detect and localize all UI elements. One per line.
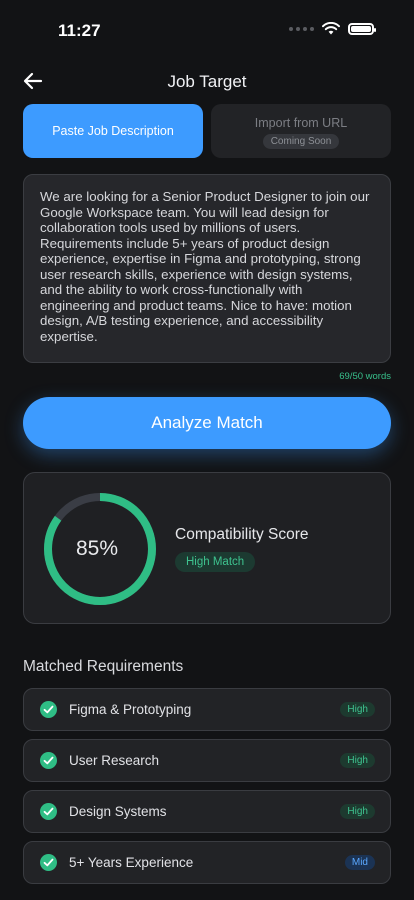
list-item[interactable]: User Research High — [23, 739, 391, 782]
tab-paste-job-description[interactable]: Paste Job Description — [23, 104, 203, 158]
level-badge: High — [340, 753, 375, 768]
matched-requirements-title: Matched Requirements — [23, 658, 184, 675]
requirement-label: User Research — [69, 753, 160, 768]
compatibility-score-card: 85% Compatibility Score High Match — [23, 472, 391, 624]
level-badge: High — [340, 804, 375, 819]
requirements-list: Figma & Prototyping High User Research H… — [23, 688, 391, 892]
word-count: 69/50 words — [339, 371, 391, 382]
tab-import-from-url[interactable]: Import from URL Coming Soon — [211, 104, 391, 158]
signal-icon — [289, 26, 314, 31]
battery-icon — [348, 22, 376, 35]
list-item[interactable]: 5+ Years Experience Mid — [23, 841, 391, 884]
level-badge: Mid — [344, 855, 375, 870]
check-circle-icon — [40, 701, 57, 718]
analyze-match-button[interactable]: Analyze Match — [23, 397, 391, 449]
status-icons — [289, 22, 376, 35]
wifi-icon — [322, 22, 340, 35]
page-title: Job Target — [167, 72, 247, 91]
coming-soon-badge: Coming Soon — [262, 134, 340, 149]
list-item[interactable]: Design Systems High — [23, 790, 391, 833]
tab-import-label: Import from URL — [254, 116, 348, 130]
check-circle-icon — [40, 803, 57, 820]
job-description-textarea[interactable]: We are looking for a Senior Product Desi… — [23, 174, 391, 363]
list-item[interactable]: Figma & Prototyping High — [23, 688, 391, 731]
check-circle-icon — [40, 854, 57, 871]
requirement-label: Design Systems — [69, 804, 167, 819]
status-time: 11:27 — [58, 21, 101, 40]
requirement-label: Figma & Prototyping — [69, 702, 192, 717]
nav-bar: Job Target — [0, 62, 414, 102]
level-badge: High — [340, 702, 375, 717]
score-percent: 85% — [76, 537, 119, 560]
requirement-label: 5+ Years Experience — [69, 855, 194, 870]
status-bar: 11:27 — [0, 0, 414, 60]
match-badge: High Match — [175, 552, 256, 572]
check-circle-icon — [40, 752, 57, 769]
score-label: Compatibility Score — [175, 526, 309, 543]
